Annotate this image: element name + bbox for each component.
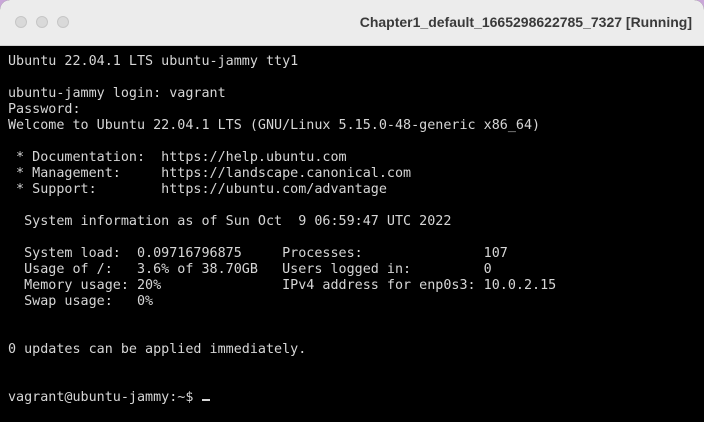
- vm-window: Chapter1_default_1665298622785_7327 [Run…: [0, 0, 704, 422]
- terminal-line: Swap usage: 0%: [8, 294, 154, 309]
- terminal-line: System information as of Sun Oct 9 06:59…: [8, 214, 452, 229]
- terminal-line: Ubuntu 22.04.1 LTS ubuntu-jammy tty1: [8, 54, 299, 69]
- terminal-line: * Management: https://landscape.canonica…: [8, 166, 412, 181]
- terminal-line: * Documentation: https://help.ubuntu.com: [8, 150, 347, 165]
- zoom-window-button[interactable]: [57, 16, 69, 28]
- command-prompt[interactable]: vagrant@ubuntu-jammy:~$: [8, 390, 211, 406]
- terminal-line: System load: 0.09716796875 Processes: 10…: [8, 246, 508, 261]
- terminal-line: Usage of /: 3.6% of 38.70GB Users logged…: [8, 262, 492, 277]
- terminal-line: Welcome to Ubuntu 22.04.1 LTS (GNU/Linux…: [8, 118, 541, 133]
- window-title: Chapter1_default_1665298622785_7327 [Run…: [359, 14, 692, 30]
- close-window-button[interactable]: [15, 16, 27, 28]
- terminal-line: Memory usage: 20% IPv4 address for enp0s…: [8, 278, 557, 293]
- terminal-line: 0 updates can be applied immediately.: [8, 342, 307, 357]
- text-cursor: [202, 399, 211, 401]
- terminal-line: ubuntu-jammy login: vagrant: [8, 86, 226, 101]
- terminal-screen[interactable]: Ubuntu 22.04.1 LTS ubuntu-jammy tty1 ubu…: [0, 46, 704, 422]
- prompt-text: vagrant@ubuntu-jammy:~$: [8, 390, 202, 405]
- minimize-window-button[interactable]: [36, 16, 48, 28]
- terminal-line: * Support: https://ubuntu.com/advantage: [8, 182, 387, 197]
- title-bar[interactable]: Chapter1_default_1665298622785_7327 [Run…: [0, 0, 704, 46]
- terminal-line: Password:: [8, 102, 81, 117]
